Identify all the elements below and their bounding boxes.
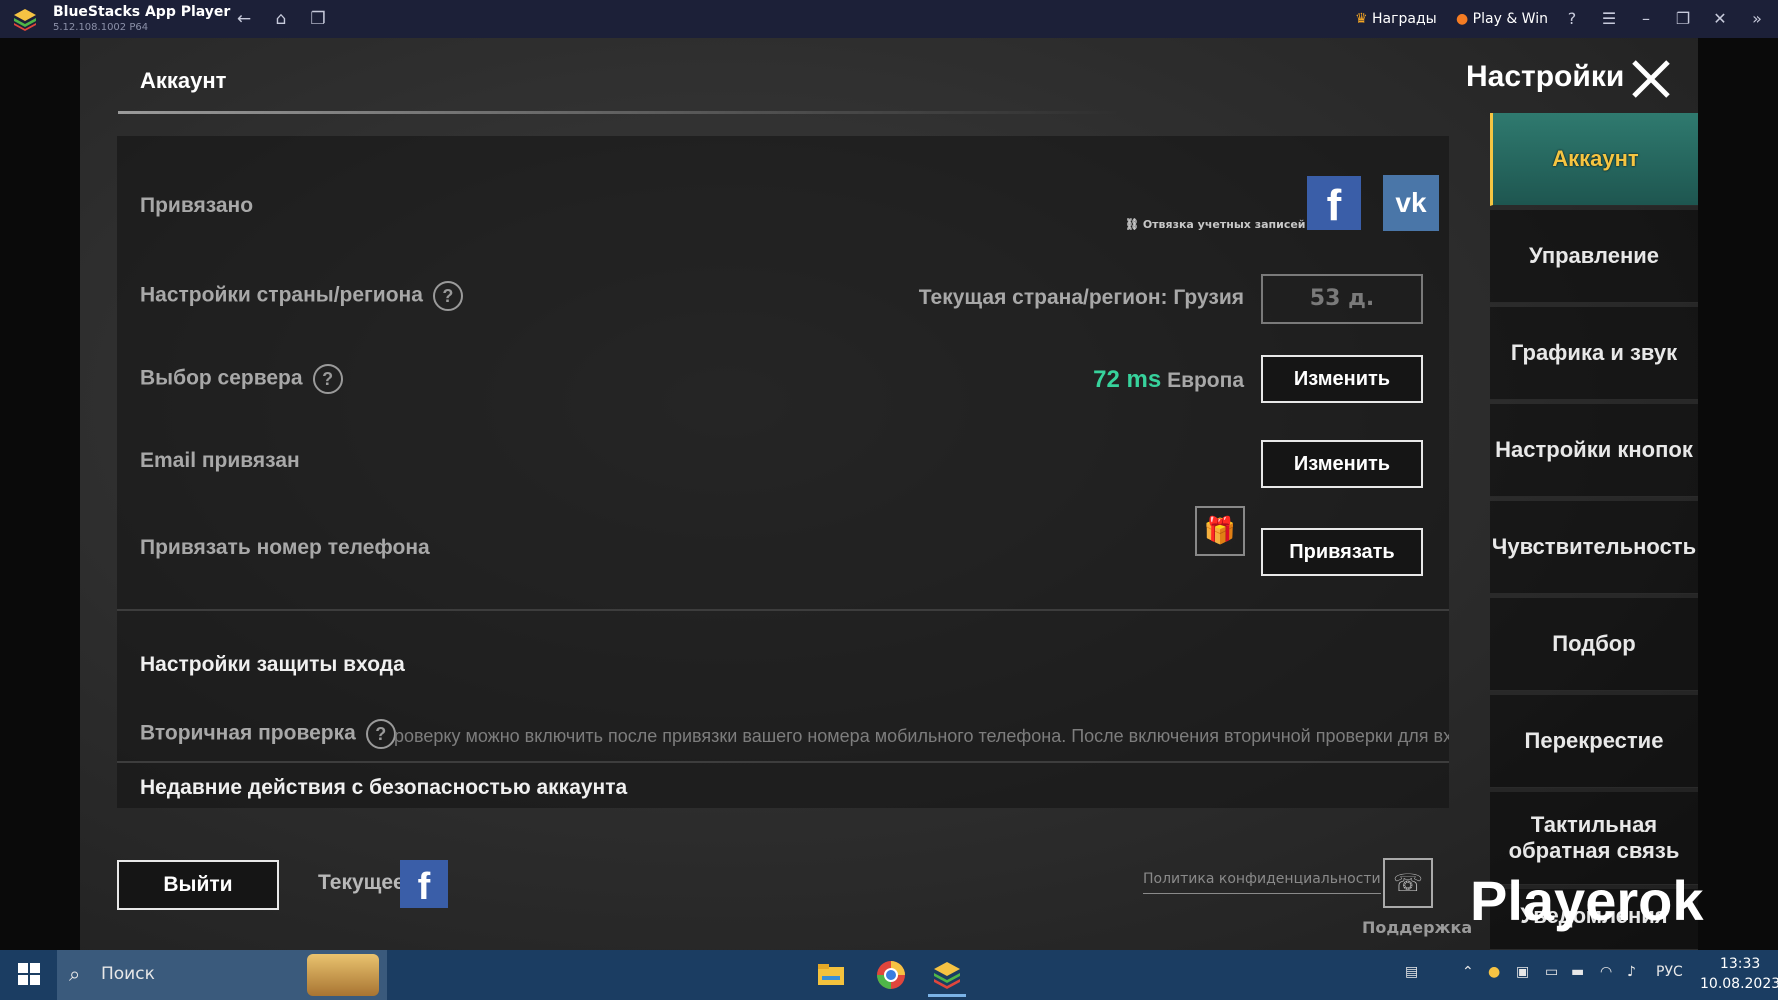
- volume-icon[interactable]: ♪: [1627, 964, 1636, 980]
- taskbar-search[interactable]: ⌕ Поиск: [57, 950, 387, 1000]
- sidebar-item-button-settings[interactable]: Настройки кнопок: [1490, 404, 1698, 497]
- coin-icon: ●: [1456, 11, 1469, 27]
- account-content: Привязано ⛓ Отвязка учетных записей f vk…: [117, 136, 1449, 808]
- watermark-logo: Playerok: [1470, 869, 1704, 932]
- region-days-box: 53 д.: [1261, 274, 1423, 324]
- change-email-button[interactable]: Изменить: [1261, 440, 1423, 488]
- secondary-help-icon[interactable]: ?: [365, 719, 396, 749]
- sidebar-item-crosshair[interactable]: Перекрестие: [1490, 695, 1698, 788]
- home-icon[interactable]: ⌂: [270, 9, 292, 31]
- sidebar-toggle-icon[interactable]: »: [1746, 8, 1768, 30]
- server-ping: 72 ms Европа: [1093, 366, 1244, 394]
- current-account-label: Текущее: [318, 871, 405, 894]
- game-viewport: Аккаунт Настройки Привязано ⛓ Отвязка уч…: [0, 38, 1778, 950]
- battery-icon[interactable]: ▬: [1571, 964, 1584, 980]
- section-divider: [117, 761, 1449, 763]
- secondary-check-description: роверку можно включить после привязки ва…: [394, 726, 1449, 746]
- browser-icon[interactable]: [872, 956, 910, 994]
- phone-label: Привязать номер телефона: [140, 536, 430, 559]
- privacy-policy-link[interactable]: Политика конфиденциальности: [1143, 871, 1381, 894]
- news-widget-icon[interactable]: ▤: [1405, 964, 1418, 980]
- current-region-text: Текущая страна/регион: Грузия: [918, 286, 1244, 309]
- display-icon[interactable]: ▭: [1545, 964, 1558, 980]
- meet-icon[interactable]: ▣: [1516, 964, 1529, 980]
- clock-time: 13:33: [1719, 956, 1761, 972]
- unlink-accounts-link[interactable]: ⛓ Отвязка учетных записей: [1125, 218, 1306, 231]
- sidebar-item-account[interactable]: Аккаунт: [1490, 113, 1698, 206]
- back-icon[interactable]: ←: [233, 9, 255, 31]
- gift-icon[interactable]: 🎁: [1195, 506, 1245, 556]
- close-icon[interactable]: [1628, 56, 1674, 102]
- help-icon[interactable]: ?: [1561, 8, 1583, 30]
- facebook-icon[interactable]: f: [1307, 176, 1361, 230]
- linked-label: Привязано: [140, 194, 254, 217]
- windows-start-icon[interactable]: [18, 963, 40, 985]
- sidebar-item-matchmaking[interactable]: Подбор: [1490, 598, 1698, 691]
- play-win-button[interactable]: ● Play & Win: [1456, 6, 1548, 32]
- restore-icon[interactable]: ❐: [1672, 8, 1694, 30]
- support-icon[interactable]: ☏: [1383, 858, 1433, 908]
- bluestacks-taskbar-icon[interactable]: [928, 956, 966, 997]
- crown-icon: ♛: [1355, 11, 1368, 27]
- server-region: Европа: [1167, 369, 1244, 392]
- search-icon: ⌕: [69, 962, 81, 986]
- close-window-icon[interactable]: ✕: [1709, 8, 1731, 30]
- menu-icon[interactable]: ☰: [1598, 8, 1620, 30]
- section-divider: [117, 609, 1449, 611]
- sidebar-item-sensitivity[interactable]: Чувствительность: [1490, 501, 1698, 594]
- server-help-icon[interactable]: ?: [312, 364, 343, 394]
- ping-value: 72 ms: [1093, 366, 1162, 393]
- account-tab-title: Аккаунт: [140, 68, 227, 93]
- window-titlebar: BlueStacks App Player 5.12.108.1002 P64 …: [0, 0, 1778, 38]
- email-label: Email привязан: [140, 449, 300, 472]
- file-explorer-icon[interactable]: [812, 956, 850, 994]
- clock[interactable]: 13:33 10.08.2023: [1700, 954, 1778, 994]
- app-title: BlueStacks App Player: [53, 4, 231, 20]
- link-icon: ⛓: [1125, 218, 1139, 231]
- rewards-button[interactable]: ♛ Награды: [1355, 6, 1437, 32]
- server-label: Выбор сервера?: [140, 364, 343, 394]
- change-server-button[interactable]: Изменить: [1261, 355, 1423, 403]
- support-label[interactable]: Поддержка: [1362, 918, 1472, 937]
- bluestacks-logo-icon: [14, 9, 36, 31]
- sidebar-item-graphics-sound[interactable]: Графика и звук: [1490, 307, 1698, 400]
- app-version: 5.12.108.1002 P64: [53, 22, 149, 33]
- facebook-icon: f: [400, 860, 448, 908]
- sidebar-item-controls[interactable]: Управление: [1490, 210, 1698, 303]
- region-help-icon[interactable]: ?: [432, 281, 463, 311]
- minimize-icon[interactable]: –: [1635, 8, 1657, 30]
- search-highlight-image: [307, 954, 379, 996]
- antivirus-icon[interactable]: ●: [1488, 964, 1500, 980]
- multi-instance-icon[interactable]: ❐: [307, 9, 329, 31]
- show-hidden-icons-icon[interactable]: ⌃: [1462, 964, 1474, 980]
- region-label: Настройки страны/региона?: [140, 281, 463, 311]
- security-title: Настройки защиты входа: [140, 653, 405, 676]
- recent-activity-title[interactable]: Недавние действия с безопасностью аккаун…: [140, 776, 627, 800]
- bind-phone-button[interactable]: Привязать: [1261, 528, 1423, 576]
- wifi-icon[interactable]: ◠: [1600, 964, 1612, 980]
- search-input[interactable]: Поиск: [101, 964, 155, 984]
- windows-taskbar: ⌕ Поиск ▤ ⌃ ● ▣ ▭ ▬ ◠ ♪ РУС 13:33 10.08.…: [0, 950, 1778, 1000]
- vk-icon[interactable]: vk: [1383, 175, 1439, 231]
- settings-title: Настройки: [1466, 60, 1625, 93]
- title-underline: [118, 111, 1118, 114]
- clock-date: 10.08.2023: [1700, 976, 1778, 992]
- language-indicator[interactable]: РУС: [1656, 964, 1683, 980]
- logout-button[interactable]: Выйти: [117, 860, 279, 910]
- settings-sidebar: Аккаунт Управление Графика и звук Настро…: [1490, 113, 1698, 950]
- secondary-check-label: Вторичная проверка?: [140, 719, 396, 749]
